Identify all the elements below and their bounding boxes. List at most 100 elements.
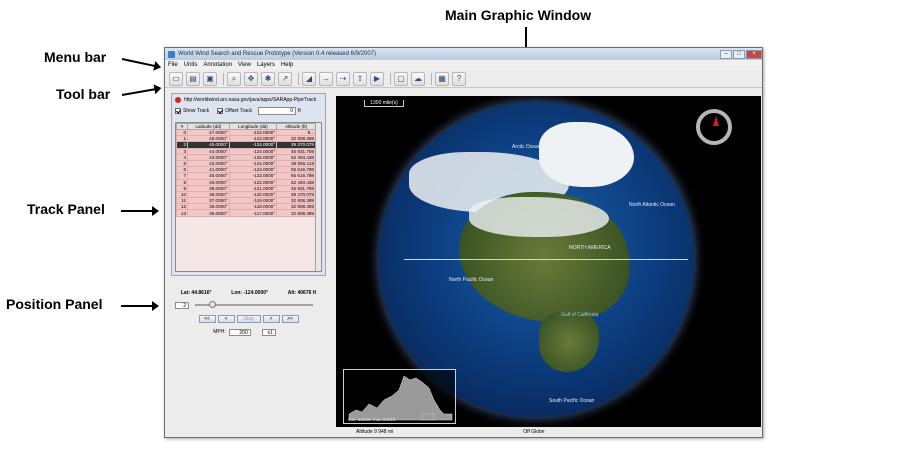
help-icon[interactable]: ? (452, 71, 466, 86)
offset-input[interactable]: 0 (258, 107, 296, 115)
target-icon[interactable]: ✱ (261, 71, 275, 86)
toolbar-separator (223, 72, 224, 85)
stop-button[interactable]: Stop (236, 315, 261, 323)
slider-thumb[interactable] (209, 301, 216, 308)
minimize-icon[interactable]: – (720, 49, 732, 59)
close-icon[interactable]: × (746, 49, 762, 59)
terrain-profile: min -10568 max 9001ft (343, 369, 456, 424)
cell-longitude[interactable]: -117.0000° (228, 209, 278, 217)
show-track-label: Show Track (183, 108, 210, 114)
tool-bar-arrow (121, 88, 156, 96)
last-button[interactable]: >> (281, 315, 299, 323)
position-panel: Lat: 44.8616° Lon: -124.0000° Alt: 40676… (171, 288, 326, 358)
table-header: # Latitude (dd) Longitude (dd) Altitude … (176, 123, 316, 130)
menu-view[interactable]: View (238, 62, 251, 68)
segment-spinner[interactable]: 2 (175, 301, 189, 309)
scale-bar: 1300 mile(s) (364, 100, 404, 107)
cell-index[interactable]: 13 (176, 209, 189, 217)
previous-button[interactable]: < (217, 315, 235, 323)
fly-icon[interactable]: → (319, 71, 333, 86)
play-icon[interactable]: ▶ (370, 71, 384, 86)
track-source: http://worldwind.arc.nasa.gov/java/apps/… (172, 94, 325, 105)
speed-row: MPH: 200 x1 (171, 326, 326, 338)
next-button[interactable]: > (262, 315, 280, 323)
label-north-pacific: North Pacific Ocean (449, 277, 494, 283)
altitude-icon[interactable]: ⇧ (353, 71, 367, 86)
zoom-icon[interactable]: ⌕ (227, 71, 241, 86)
menu-bar-arrow (121, 58, 156, 68)
compass[interactable] (696, 109, 732, 145)
tool-bar-callout: Tool bar (56, 86, 111, 102)
path-icon[interactable]: ↗ (278, 71, 292, 86)
pan-icon[interactable]: ✥ (244, 71, 258, 86)
follow-icon[interactable]: ⇢ (336, 71, 350, 86)
position-slider[interactable] (195, 301, 313, 308)
record-icon (175, 96, 181, 103)
screenshot-icon[interactable]: ▢ (394, 71, 408, 86)
position-readout: Lat: 44.8616° Lon: -124.0000° Alt: 40676… (171, 288, 326, 298)
label-north-atlantic: North Atlantic Ocean (629, 202, 675, 208)
show-track-checkbox[interactable] (175, 108, 181, 114)
track-panel-callout: Track Panel (27, 201, 105, 217)
app-window: World Wind Search and Rescue Prototype (… (164, 47, 763, 438)
cell-latitude[interactable]: 36.0000° (187, 209, 230, 217)
status-altitude: Altitude 9 948 mi (356, 429, 394, 435)
main-graphic-window-callout: Main Graphic Window (445, 7, 592, 23)
profile-min: min -10568 (348, 417, 371, 422)
status-position: Off Globe (523, 429, 545, 435)
tool-bar: ▭ ▤ ▣ ⌕ ✥ ✱ ↗ ◢ → ⇢ ⇧ ▶ ▢ ☁ ▦ ? (165, 70, 762, 88)
window-controls: – □ × (719, 49, 762, 59)
latitude-readout: Lat: 44.8616° (180, 290, 212, 296)
main-graphic-window[interactable]: 1300 mile(s) Arctic Ocean North Atlantic… (336, 96, 761, 427)
mexico-land (539, 312, 599, 372)
altitude-readout: Alt: 40676 ft (287, 290, 317, 296)
menu-file[interactable]: File (168, 62, 178, 68)
new-track-icon[interactable]: ▤ (186, 71, 200, 86)
menu-help[interactable]: Help (281, 62, 293, 68)
label-arctic-ocean: Arctic Ocean (512, 144, 541, 150)
playback-controls: << < Stop > >> (171, 312, 326, 326)
menu-bar: File Units Annotation View Layers Help (165, 60, 762, 70)
status-bar: Altitude 9 948 mi Off Globe (336, 428, 761, 436)
cell-altitude[interactable]: 32 808.399 (276, 209, 316, 217)
offset-track-label: Offset Track (225, 108, 252, 114)
save-icon[interactable]: ▣ (203, 71, 217, 86)
menu-units[interactable]: Units (184, 62, 198, 68)
window-title: World Wind Search and Rescue Prototype (… (178, 51, 376, 57)
menu-annotation[interactable]: Annotation (203, 62, 232, 68)
longitude-readout: Lon: -124.0000° (231, 290, 269, 296)
cloud-icon[interactable]: ☁ (411, 71, 425, 86)
profile-min-max: min -10568 max 9001ft (348, 417, 395, 422)
compass-needle-icon (713, 116, 719, 126)
track-panel-arrow (121, 206, 159, 216)
offset-track-checkbox[interactable] (217, 108, 224, 114)
table-row[interactable]: 13 36.0000° -117.0000° 32 808.399 (176, 209, 316, 217)
track-line (404, 259, 688, 260)
maximize-icon[interactable]: □ (733, 49, 745, 59)
open-folder-icon[interactable]: ▭ (169, 71, 183, 86)
label-north-america: NORTH AMERICA (569, 245, 611, 251)
position-panel-arrow (121, 301, 159, 311)
profile-max: max 9001ft (373, 417, 396, 422)
canada-snow (469, 197, 609, 237)
terrain-icon[interactable]: ◢ (302, 71, 316, 86)
menu-layers[interactable]: Layers (257, 62, 275, 68)
position-panel-callout: Position Panel (6, 296, 103, 312)
title-bar: World Wind Search and Rescue Prototype (… (165, 48, 762, 60)
toolbar-separator (390, 72, 391, 85)
label-gulf-of-california: Gulf of California (561, 312, 599, 318)
position-slider-row: 2 (171, 298, 326, 312)
table-scrollbar[interactable] (315, 123, 321, 271)
track-panel: http://worldwind.arc.nasa.gov/java/apps/… (171, 93, 326, 276)
first-button[interactable]: << (198, 315, 216, 323)
app-icon (168, 50, 175, 58)
speed-multiplier[interactable]: x1 (261, 328, 276, 336)
toolbar-separator (298, 72, 299, 85)
layers-icon[interactable]: ▦ (435, 71, 449, 86)
label-south-pacific: South Pacific Ocean (549, 398, 595, 404)
track-table: # Latitude (dd) Longitude (dd) Altitude … (175, 122, 322, 272)
mph-label: MPH: (213, 329, 226, 335)
track-options: Show Track Offset Track 0 ft (172, 105, 325, 117)
offset-unit: ft (298, 108, 301, 114)
mph-spinner[interactable]: 200 (228, 328, 251, 336)
